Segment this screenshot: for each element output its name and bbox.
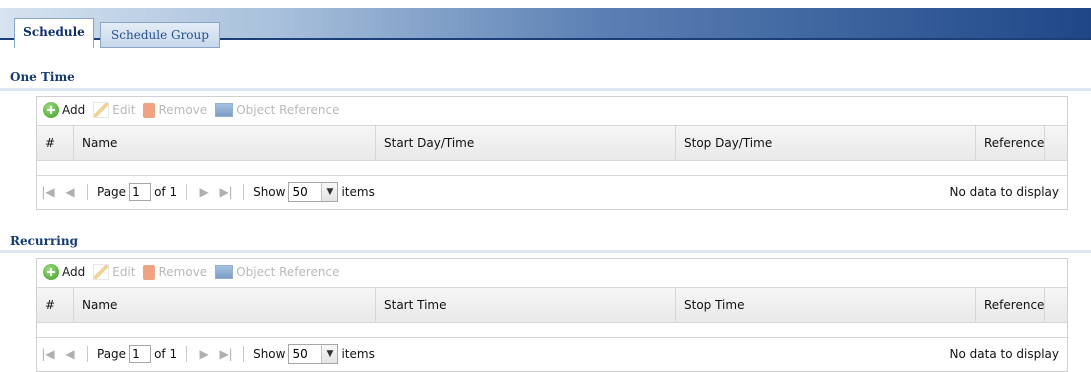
items-label: items bbox=[341, 184, 375, 199]
show-label: Show bbox=[253, 346, 286, 361]
chevron-down-icon[interactable]: ▼ bbox=[321, 344, 338, 363]
section-divider bbox=[0, 250, 1091, 253]
page-size-select[interactable]: 50 ▼ bbox=[288, 343, 339, 364]
top-strip bbox=[0, 0, 1091, 8]
remove-button[interactable]: Remove bbox=[143, 264, 208, 280]
add-button[interactable]: Add bbox=[43, 102, 85, 118]
page-size-value: 50 bbox=[292, 184, 308, 199]
edit-label: Edit bbox=[112, 265, 136, 279]
page-size-select[interactable]: 50 ▼ bbox=[288, 181, 339, 202]
pager-separator bbox=[243, 345, 245, 362]
add-label: Add bbox=[62, 265, 86, 279]
no-data-status: No data to display bbox=[949, 346, 1059, 361]
object-reference-icon bbox=[215, 265, 234, 279]
edit-button[interactable]: Edit bbox=[93, 264, 135, 280]
column-header-reference[interactable]: Reference bbox=[975, 126, 1045, 160]
pager-separator bbox=[87, 183, 88, 200]
previous-page-icon[interactable]: ◀ bbox=[59, 347, 81, 361]
section-title-one-time: One Time bbox=[10, 70, 75, 84]
last-page-icon[interactable]: ▶| bbox=[215, 185, 237, 199]
remove-button[interactable]: Remove bbox=[143, 102, 208, 118]
pagination-bar: |◀ ◀ Page of 1 ▶ ▶| Show 50 ▼ items No d… bbox=[37, 337, 1067, 369]
tab-schedule-group[interactable]: Schedule Group bbox=[100, 22, 220, 48]
object-reference-label: Object Reference bbox=[236, 265, 340, 279]
column-header-start-day-time[interactable]: Start Day/Time bbox=[375, 126, 675, 160]
edit-label: Edit bbox=[112, 103, 136, 117]
trash-icon bbox=[143, 264, 156, 280]
add-icon bbox=[43, 264, 59, 280]
show-label: Show bbox=[253, 184, 286, 199]
page-label: Page bbox=[97, 184, 127, 199]
first-page-icon[interactable]: |◀ bbox=[37, 185, 59, 199]
section-title-recurring: Recurring bbox=[10, 234, 78, 248]
pager-separator bbox=[186, 345, 188, 362]
page-count-label: of 1 bbox=[154, 346, 178, 361]
page-number-input[interactable] bbox=[129, 182, 152, 201]
edit-icon bbox=[93, 102, 110, 118]
recurring-toolbar: Add Edit Remove Object Reference bbox=[37, 259, 1067, 285]
page-count-label: of 1 bbox=[154, 184, 178, 199]
remove-label: Remove bbox=[158, 265, 208, 279]
column-header-number[interactable]: # bbox=[37, 126, 73, 160]
column-header-stop-day-time[interactable]: Stop Day/Time bbox=[675, 126, 975, 160]
table-header: # Name Start Time Stop Time Reference bbox=[37, 287, 1067, 323]
chevron-down-icon[interactable]: ▼ bbox=[321, 182, 338, 201]
next-page-icon[interactable]: ▶ bbox=[193, 347, 215, 361]
recurring-panel: Add Edit Remove Object Reference # Name … bbox=[36, 258, 1068, 372]
column-header-reference[interactable]: Reference bbox=[975, 288, 1045, 322]
last-page-icon[interactable]: ▶| bbox=[215, 347, 237, 361]
pager-separator bbox=[87, 345, 88, 362]
column-header-stop-time[interactable]: Stop Time bbox=[675, 288, 975, 322]
items-label: items bbox=[341, 346, 375, 361]
object-reference-icon bbox=[215, 103, 234, 117]
column-header-start-time[interactable]: Start Time bbox=[375, 288, 675, 322]
column-header-number[interactable]: # bbox=[37, 288, 73, 322]
previous-page-icon[interactable]: ◀ bbox=[59, 185, 81, 199]
one-time-panel: Add Edit Remove Object Reference # Name … bbox=[36, 96, 1068, 210]
object-reference-button[interactable]: Object Reference bbox=[215, 103, 340, 117]
object-reference-label: Object Reference bbox=[236, 103, 340, 117]
object-reference-button[interactable]: Object Reference bbox=[215, 265, 340, 279]
section-divider bbox=[0, 88, 1091, 91]
pager-separator bbox=[243, 183, 245, 200]
remove-label: Remove bbox=[158, 103, 208, 117]
edit-button[interactable]: Edit bbox=[93, 102, 135, 118]
first-page-icon[interactable]: |◀ bbox=[37, 347, 59, 361]
page-number-input[interactable] bbox=[129, 344, 152, 363]
page-size-value: 50 bbox=[292, 346, 308, 361]
table-body bbox=[37, 325, 1067, 335]
pager-separator bbox=[186, 183, 188, 200]
edit-icon bbox=[93, 264, 110, 280]
pagination-bar: |◀ ◀ Page of 1 ▶ ▶| Show 50 ▼ items No d… bbox=[37, 175, 1067, 207]
page-label: Page bbox=[97, 346, 127, 361]
add-icon bbox=[43, 102, 59, 118]
column-header-name[interactable]: Name bbox=[73, 126, 375, 160]
tab-bar: Schedule Schedule Group bbox=[0, 8, 1091, 48]
trash-icon bbox=[143, 102, 156, 118]
table-body bbox=[37, 163, 1067, 173]
no-data-status: No data to display bbox=[949, 184, 1059, 199]
column-header-name[interactable]: Name bbox=[73, 288, 375, 322]
tab-schedule[interactable]: Schedule bbox=[14, 18, 94, 48]
next-page-icon[interactable]: ▶ bbox=[193, 185, 215, 199]
add-label: Add bbox=[62, 103, 86, 117]
table-header: # Name Start Day/Time Stop Day/Time Refe… bbox=[37, 125, 1067, 161]
add-button[interactable]: Add bbox=[43, 264, 85, 280]
one-time-toolbar: Add Edit Remove Object Reference bbox=[37, 97, 1067, 123]
